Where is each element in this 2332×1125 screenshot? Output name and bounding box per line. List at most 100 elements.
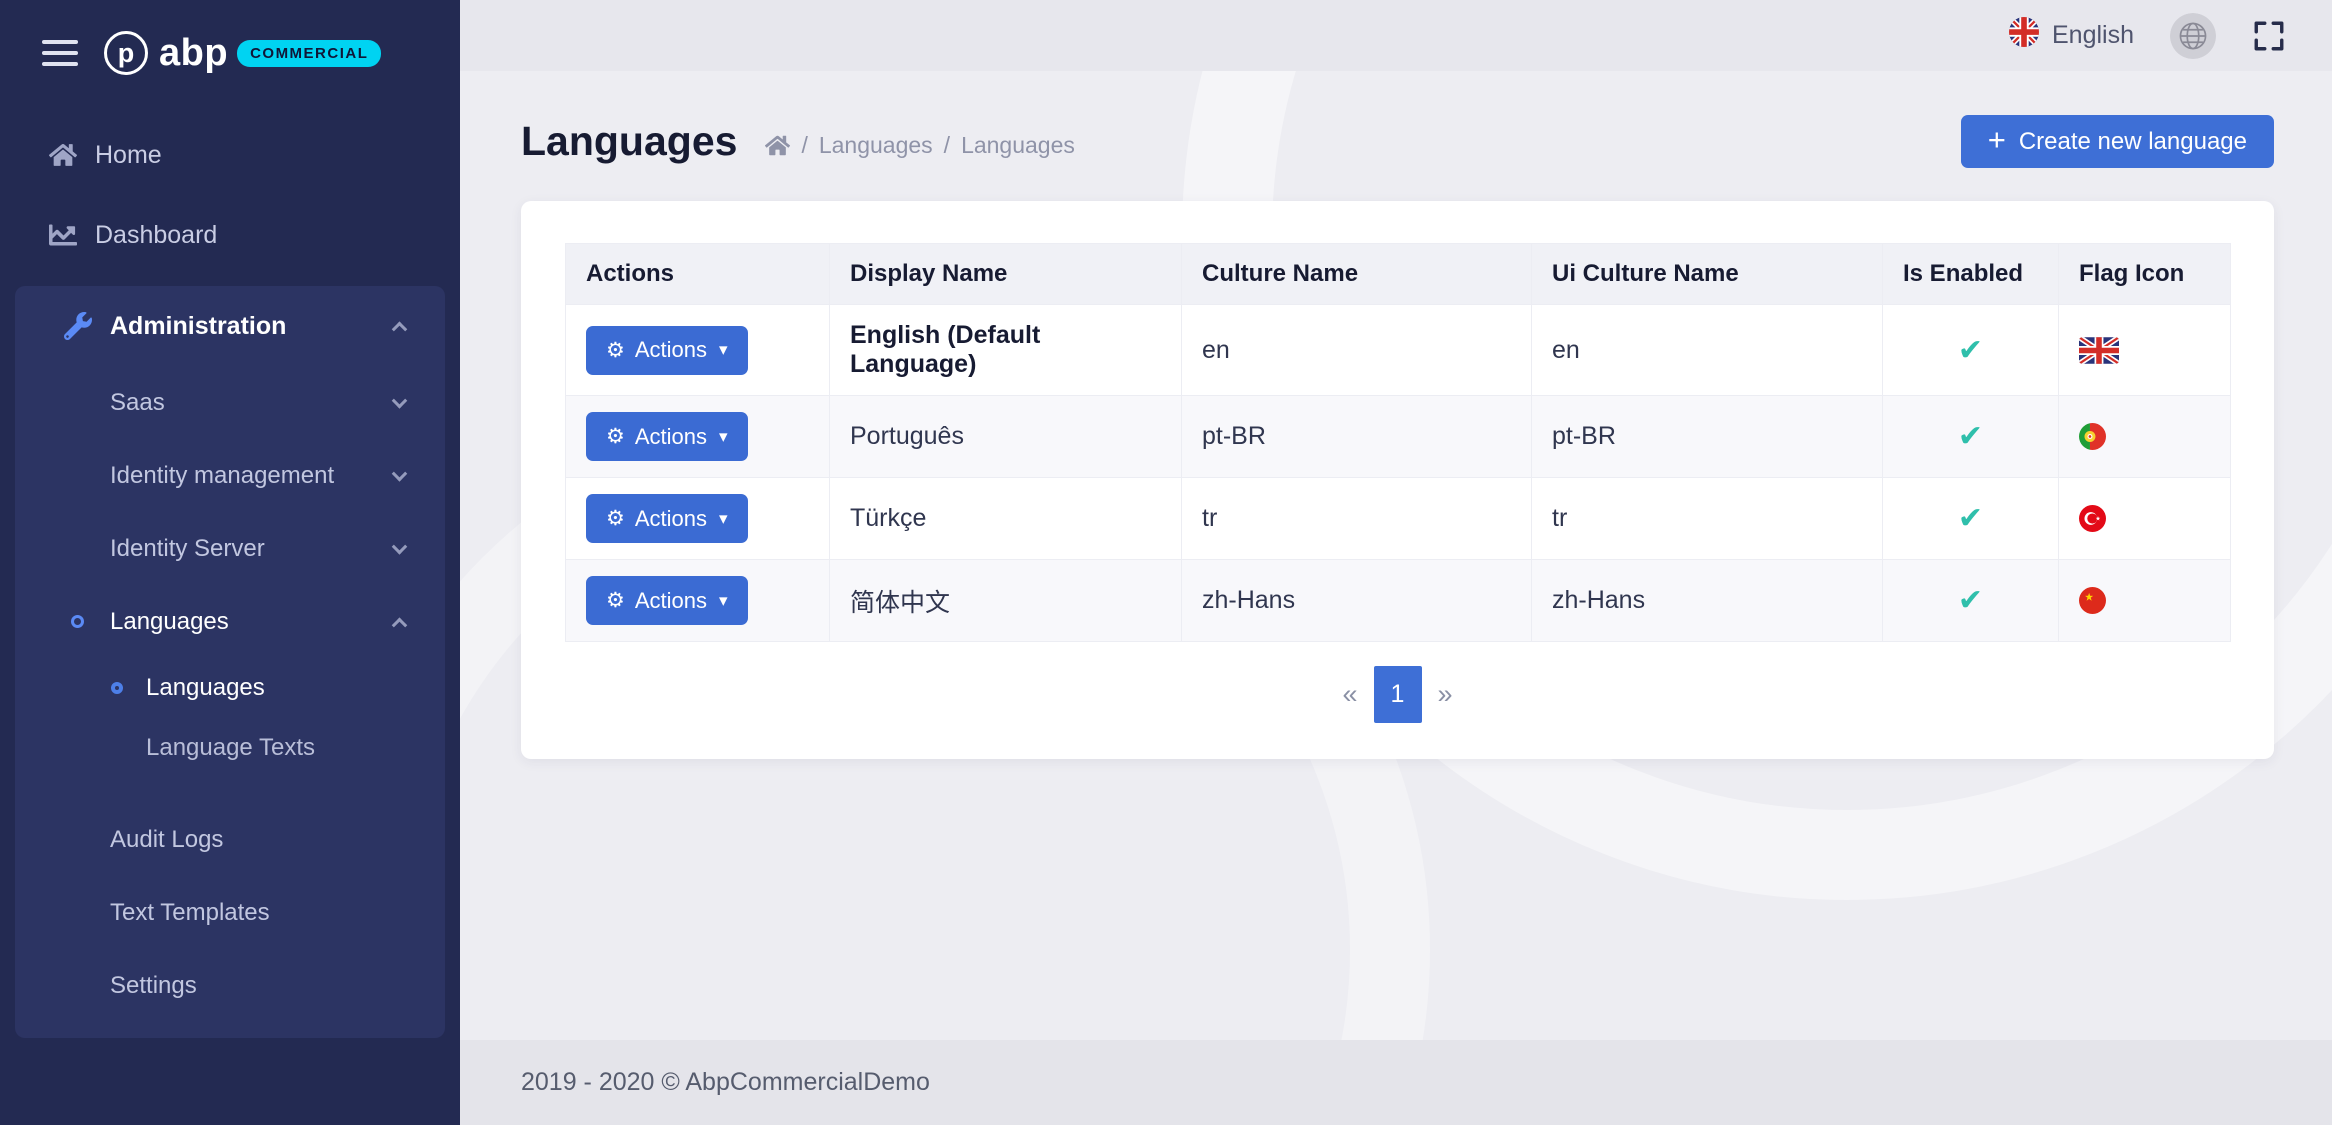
create-button-label: Create new language [2019,128,2247,156]
chevron-up-icon [392,322,408,338]
display-name-cell: English (Default Language) [830,305,1182,396]
pagination-prev-button[interactable]: « [1326,679,1373,710]
culture-name-cell: pt-BR [1182,396,1532,478]
culture-name-cell: tr [1182,478,1532,560]
plus-icon: + [1988,122,2006,158]
enabled-check-icon: ✔ [1958,420,1983,453]
app-root: p abp COMMERCIAL Home Dashboard [0,0,2332,1125]
culture-name-cell: zh-Hans [1182,560,1532,642]
chevron-down-icon [392,539,408,555]
sidebar-item-label: Identity management [110,462,334,490]
pagination-next-button[interactable]: » [1422,679,1469,710]
caret-down-icon: ▾ [719,427,728,447]
sidebar-item-identity-management[interactable]: Identity management [15,439,445,512]
column-header-flag-icon: Flag Icon [2059,244,2231,305]
display-name-cell: 简体中文 [830,560,1182,642]
chevron-down-icon [392,466,408,482]
sidebar-item-label: Text Templates [110,899,270,927]
china-flag-icon [2059,560,2231,642]
main-area: English Languages / Languages / Langu [460,0,2332,1125]
gear-icon: ⚙ [606,588,625,613]
sidebar-item-dashboard[interactable]: Dashboard [0,195,460,275]
sidebar-item-label: Audit Logs [110,826,223,854]
gear-icon: ⚙ [606,506,625,531]
portugal-flag-icon [2059,396,2231,478]
column-header-culture-name: Culture Name [1182,244,1532,305]
enabled-check-icon: ✔ [1958,502,1983,535]
sidebar-item-language-texts[interactable]: Language Texts [15,718,445,778]
actions-button-label: Actions [635,424,707,450]
table-row: ⚙ Actions ▾ 简体中文 zh-Hans zh-Hans ✔ [566,560,2231,642]
sidebar-item-label: Settings [110,972,197,1000]
column-header-is-enabled: Is Enabled [1883,244,2059,305]
row-actions-button[interactable]: ⚙ Actions ▾ [586,326,748,375]
breadcrumb: / Languages / Languages [765,132,1074,159]
sidebar-item-languages[interactable]: Languages [15,585,445,658]
fullscreen-icon[interactable] [2252,19,2286,53]
sidebar-item-administration[interactable]: Administration [15,286,445,366]
table-row: ⚙ Actions ▾ English (Default Language) e… [566,305,2231,396]
row-actions-button[interactable]: ⚙ Actions ▾ [586,494,748,543]
chart-line-icon [45,221,81,249]
ui-culture-name-cell: zh-Hans [1532,560,1883,642]
sidebar-item-label: Administration [110,312,286,341]
create-new-language-button[interactable]: + Create new language [1961,115,2274,168]
caret-down-icon: ▾ [719,509,728,529]
gear-icon: ⚙ [606,424,625,449]
display-name-cell: Português [830,396,1182,478]
sidebar: p abp COMMERCIAL Home Dashboard [0,0,460,1125]
chevron-down-icon [392,393,408,409]
uk-flag-icon [2009,17,2039,54]
breadcrumb-languages[interactable]: Languages [819,132,933,159]
sidebar-item-home[interactable]: Home [0,115,460,195]
brand-logo[interactable]: p abp COMMERCIAL [104,31,381,75]
bullet-icon [71,615,84,628]
sidebar-item-settings[interactable]: Settings [15,949,445,1022]
sidebar-item-label: Identity Server [110,535,265,563]
page-title: Languages [521,118,737,165]
bullet-icon [111,682,123,694]
user-avatar[interactable] [2170,13,2216,59]
language-label: English [2052,21,2134,50]
brand-name: abp [159,32,228,75]
languages-table: Actions Display Name Culture Name Ui Cul… [565,243,2231,642]
column-header-actions: Actions [566,244,830,305]
breadcrumb-home-icon[interactable] [765,133,790,158]
breadcrumb-separator: / [944,132,950,159]
menu-toggle-icon[interactable] [42,40,78,66]
sidebar-item-saas[interactable]: Saas [15,366,445,439]
sidebar-item-languages-languages[interactable]: Languages [15,658,445,718]
gear-icon: ⚙ [606,338,625,363]
sidebar-item-label: Saas [110,389,165,417]
sidebar-item-text-templates[interactable]: Text Templates [15,876,445,949]
sidebar-header: p abp COMMERCIAL [0,0,460,106]
breadcrumb-separator: / [801,132,807,159]
row-actions-button[interactable]: ⚙ Actions ▾ [586,412,748,461]
display-name-cell: Türkçe [830,478,1182,560]
page-content: Languages / Languages / Languages + Crea… [460,71,2332,1040]
pagination: « 1 » [565,642,2230,733]
caret-down-icon: ▾ [719,340,728,360]
administration-group: Administration Saas Identity management … [15,286,445,1038]
uk-flag-icon [2059,305,2231,396]
sidebar-item-identity-server[interactable]: Identity Server [15,512,445,585]
topbar: English [460,0,2332,71]
row-actions-button[interactable]: ⚙ Actions ▾ [586,576,748,625]
pagination-page-1[interactable]: 1 [1374,666,1422,723]
breadcrumb-languages-current[interactable]: Languages [961,132,1075,159]
sidebar-item-label: Home [95,141,162,170]
sidebar-item-label: Languages [146,674,265,702]
culture-name-cell: en [1182,305,1532,396]
language-selector[interactable]: English [2009,17,2134,54]
abp-logo-icon: p [104,31,148,75]
wrench-icon [60,312,96,340]
brand-badge: COMMERCIAL [237,40,381,67]
ui-culture-name-cell: tr [1532,478,1883,560]
sidebar-item-audit-logs[interactable]: Audit Logs [15,803,445,876]
languages-table-card: Actions Display Name Culture Name Ui Cul… [521,201,2274,759]
actions-button-label: Actions [635,588,707,614]
caret-down-icon: ▾ [719,591,728,611]
enabled-check-icon: ✔ [1958,584,1983,617]
ui-culture-name-cell: en [1532,305,1883,396]
table-header-row: Actions Display Name Culture Name Ui Cul… [566,244,2231,305]
